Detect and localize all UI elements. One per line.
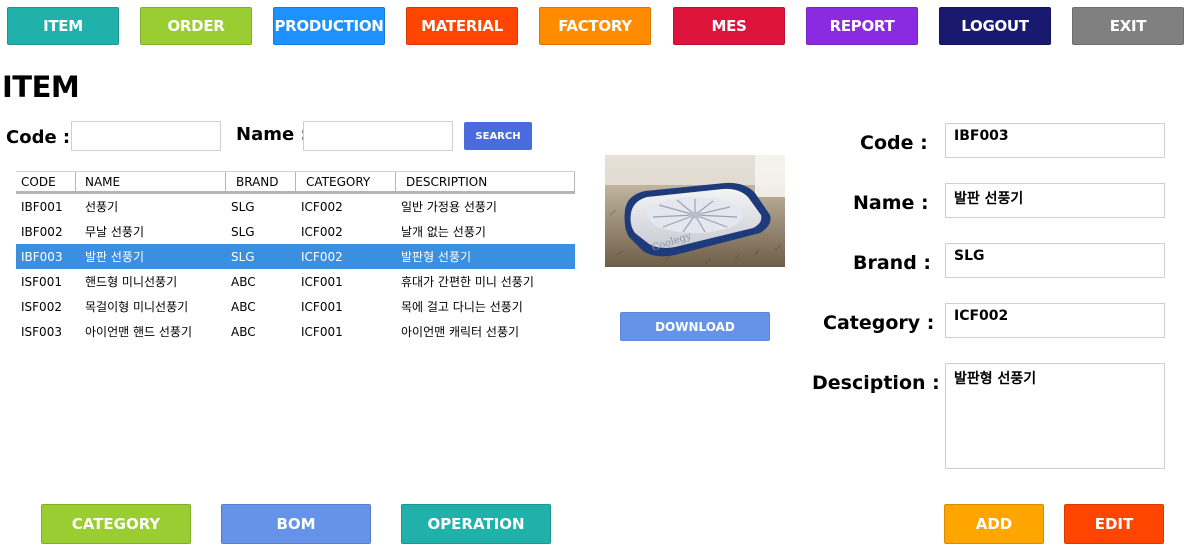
table-cell-name: 아이언맨 핸드 선풍기 (85, 325, 192, 339)
page-title: ITEM (2, 70, 80, 104)
table-row[interactable]: ISF001 핸드형 미니선풍기 ABC ICF001 휴대가 간편한 미니 선풍기 (16, 269, 575, 294)
search-code-input[interactable] (71, 121, 221, 151)
bom-button[interactable]: BOM (221, 504, 371, 544)
detail-description-field[interactable]: 발판형 선풍기 (945, 363, 1165, 469)
table-cell-brand: SLG (231, 224, 255, 239)
download-button[interactable]: DOWNLOAD (620, 312, 770, 341)
table-cell-name: 핸드형 미니선풍기 (85, 275, 178, 289)
table-cell-brand: ABC (231, 299, 256, 314)
table-cell-code: IBF001 (21, 199, 63, 214)
detail-brand-field[interactable]: SLG (945, 243, 1165, 278)
table-cell-category: ICF002 (301, 249, 343, 264)
table-cell-description: 날개 없는 선풍기 (401, 225, 486, 239)
table-cell-code: ISF003 (21, 324, 62, 339)
nav-factory-button[interactable]: FACTORY (539, 7, 651, 45)
table-cell-name: 목걸이형 미니선풍기 (85, 300, 189, 314)
detail-code-label: Code : (860, 132, 928, 154)
add-button[interactable]: ADD (944, 504, 1044, 544)
table-cell-category: ICF002 (301, 199, 343, 214)
nav-item-button[interactable]: ITEM (7, 7, 119, 45)
table-cell-brand: SLG (231, 249, 255, 264)
item-table: CODE NAME BRAND CATEGORY DESCRIPTION IBF… (16, 171, 575, 344)
table-row[interactable]: ISF002 목걸이형 미니선풍기 ABC ICF001 목에 걸고 다니는 선풍기 (16, 294, 575, 319)
nav-production-button[interactable]: PRODUCTION (273, 7, 385, 45)
table-row[interactable]: ISF003 아이언맨 핸드 선풍기 ABC ICF001 아이언맨 캐릭터 선풍기 (16, 319, 575, 344)
table-row[interactable]: IBF002 무날 선풍기 SLG ICF002 날개 없는 선풍기 (16, 219, 575, 244)
table-cell-description: 발판형 선풍기 (401, 250, 472, 264)
detail-name-field[interactable]: 발판 선풍기 (945, 183, 1165, 218)
table-cell-description: 휴대가 간편한 미니 선풍기 (401, 275, 534, 289)
detail-category-field[interactable]: ICF002 (945, 303, 1165, 338)
table-cell-code: ISF001 (21, 274, 62, 289)
column-header-name[interactable]: NAME (76, 172, 226, 191)
column-header-description[interactable]: DESCRIPTION (396, 172, 575, 191)
table-cell-category: ICF001 (301, 274, 343, 289)
table-cell-brand: ABC (231, 274, 256, 289)
detail-category-label: Category : (823, 312, 935, 334)
table-cell-description: 목에 걸고 다니는 선풍기 (401, 300, 523, 314)
search-name-label: Name : (236, 124, 308, 145)
table-cell-code: ISF002 (21, 299, 62, 314)
column-header-brand[interactable]: BRAND (226, 172, 296, 191)
table-row[interactable]: IBF003 발판 선풍기 SLG ICF002 발판형 선풍기 (16, 244, 575, 269)
detail-description-label: Desciption : (812, 372, 940, 394)
nav-logout-button[interactable]: LOGOUT (939, 7, 1051, 45)
column-header-code[interactable]: CODE (16, 172, 76, 191)
table-cell-name: 무날 선풍기 (85, 225, 145, 239)
table-cell-code: IBF002 (21, 224, 63, 239)
detail-code-field[interactable]: IBF003 (945, 123, 1165, 158)
table-cell-name: 발판 선풍기 (85, 250, 145, 264)
table-header: CODE NAME BRAND CATEGORY DESCRIPTION (16, 171, 575, 194)
nav-mes-button[interactable]: MES (673, 7, 785, 45)
nav-material-button[interactable]: MATERIAL (406, 7, 518, 45)
search-code-label: Code : (6, 127, 71, 148)
detail-brand-label: Brand : (853, 252, 932, 274)
table-cell-name: 선풍기 (85, 200, 119, 214)
search-button[interactable]: SEARCH (464, 122, 532, 150)
table-cell-brand: SLG (231, 199, 255, 214)
table-cell-brand: ABC (231, 324, 256, 339)
table-cell-category: ICF001 (301, 299, 343, 314)
edit-button[interactable]: EDIT (1064, 504, 1164, 544)
table-cell-description: 아이언맨 캐릭터 선풍기 (401, 325, 520, 339)
table-cell-category: ICF001 (301, 324, 343, 339)
nav-order-button[interactable]: ORDER (140, 7, 252, 45)
column-header-category[interactable]: CATEGORY (296, 172, 396, 191)
product-image: Coolegy (605, 155, 785, 267)
table-cell-category: ICF002 (301, 224, 343, 239)
table-cell-code: IBF003 (21, 249, 63, 264)
search-name-input[interactable] (303, 121, 453, 151)
table-row[interactable]: IBF001 선풍기 SLG ICF002 일반 가정용 선풍기 (16, 194, 575, 219)
category-button[interactable]: CATEGORY (41, 504, 191, 544)
operation-button[interactable]: OPERATION (401, 504, 551, 544)
table-body: IBF001 선풍기 SLG ICF002 일반 가정용 선풍기 IBF002 무날 선풍기… (16, 194, 575, 344)
nav-report-button[interactable]: REPORT (806, 7, 918, 45)
detail-name-label: Name : (853, 192, 929, 214)
table-cell-description: 일반 가정용 선풍기 (401, 200, 497, 214)
nav-exit-button[interactable]: EXIT (1072, 7, 1184, 45)
